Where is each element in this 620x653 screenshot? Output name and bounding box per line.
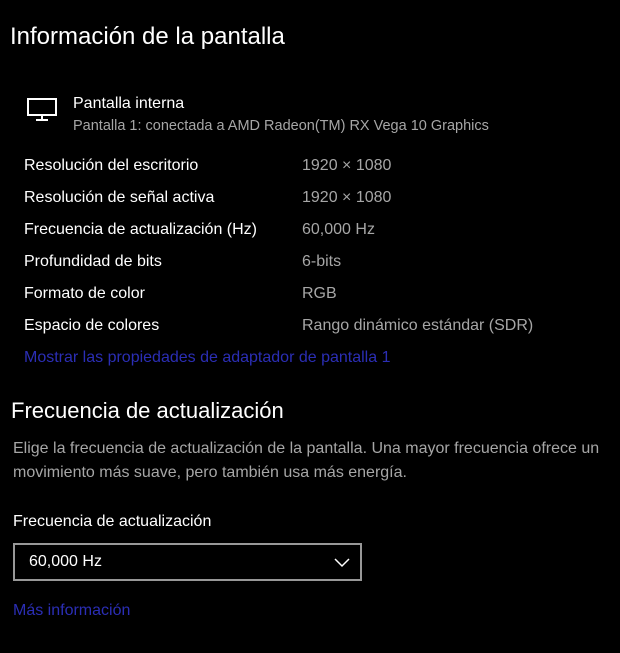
adapter-properties-link[interactable]: Mostrar las propiedades de adaptador de …: [24, 346, 390, 370]
refresh-rate-section-title: Frecuencia de actualización: [11, 398, 284, 423]
property-label: Espacio de colores: [24, 317, 160, 334]
property-row-refresh-rate: Frecuencia de actualización (Hz) 60,000 …: [24, 216, 604, 248]
refresh-rate-selected-value: 60,000 Hz: [29, 553, 102, 570]
property-row-desktop-resolution: Resolución del escritorio 1920 × 1080: [24, 152, 604, 184]
property-label: Profundidad de bits: [24, 253, 162, 270]
property-value: 1920 × 1080: [302, 157, 392, 174]
property-value: RGB: [302, 285, 337, 302]
property-label: Resolución del escritorio: [24, 157, 199, 174]
property-label: Frecuencia de actualización (Hz): [24, 221, 257, 238]
property-row-color-format: Formato de color RGB: [24, 280, 604, 312]
property-label: Formato de color: [24, 285, 145, 302]
refresh-rate-dropdown[interactable]: 60,000 Hz: [13, 543, 362, 581]
refresh-rate-description: Elige la frecuencia de actualización de …: [13, 440, 600, 481]
display-properties-list: Resolución del escritorio 1920 × 1080 Re…: [24, 152, 604, 344]
chevron-down-icon: [334, 558, 350, 568]
property-row-active-signal-resolution: Resolución de señal activa 1920 × 1080: [24, 184, 604, 216]
refresh-rate-field-label: Frecuencia de actualización: [13, 513, 212, 530]
property-value: 6-bits: [302, 253, 342, 270]
property-row-color-space: Espacio de colores Rango dinámico estánd…: [24, 312, 604, 344]
property-row-bit-depth: Profundidad de bits 6-bits: [24, 248, 604, 280]
monitor-icon: [27, 98, 57, 121]
more-info-link[interactable]: Más información: [13, 599, 130, 623]
display-connection-info: Pantalla 1: conectada a AMD Radeon(TM) R…: [73, 118, 489, 134]
display-name: Pantalla interna: [73, 95, 185, 112]
property-value: Rango dinámico estándar (SDR): [302, 317, 534, 334]
page-title: Información de la pantalla: [10, 23, 285, 50]
property-label: Resolución de señal activa: [24, 189, 215, 206]
property-value: 1920 × 1080: [302, 189, 392, 206]
property-value: 60,000 Hz: [302, 221, 375, 238]
